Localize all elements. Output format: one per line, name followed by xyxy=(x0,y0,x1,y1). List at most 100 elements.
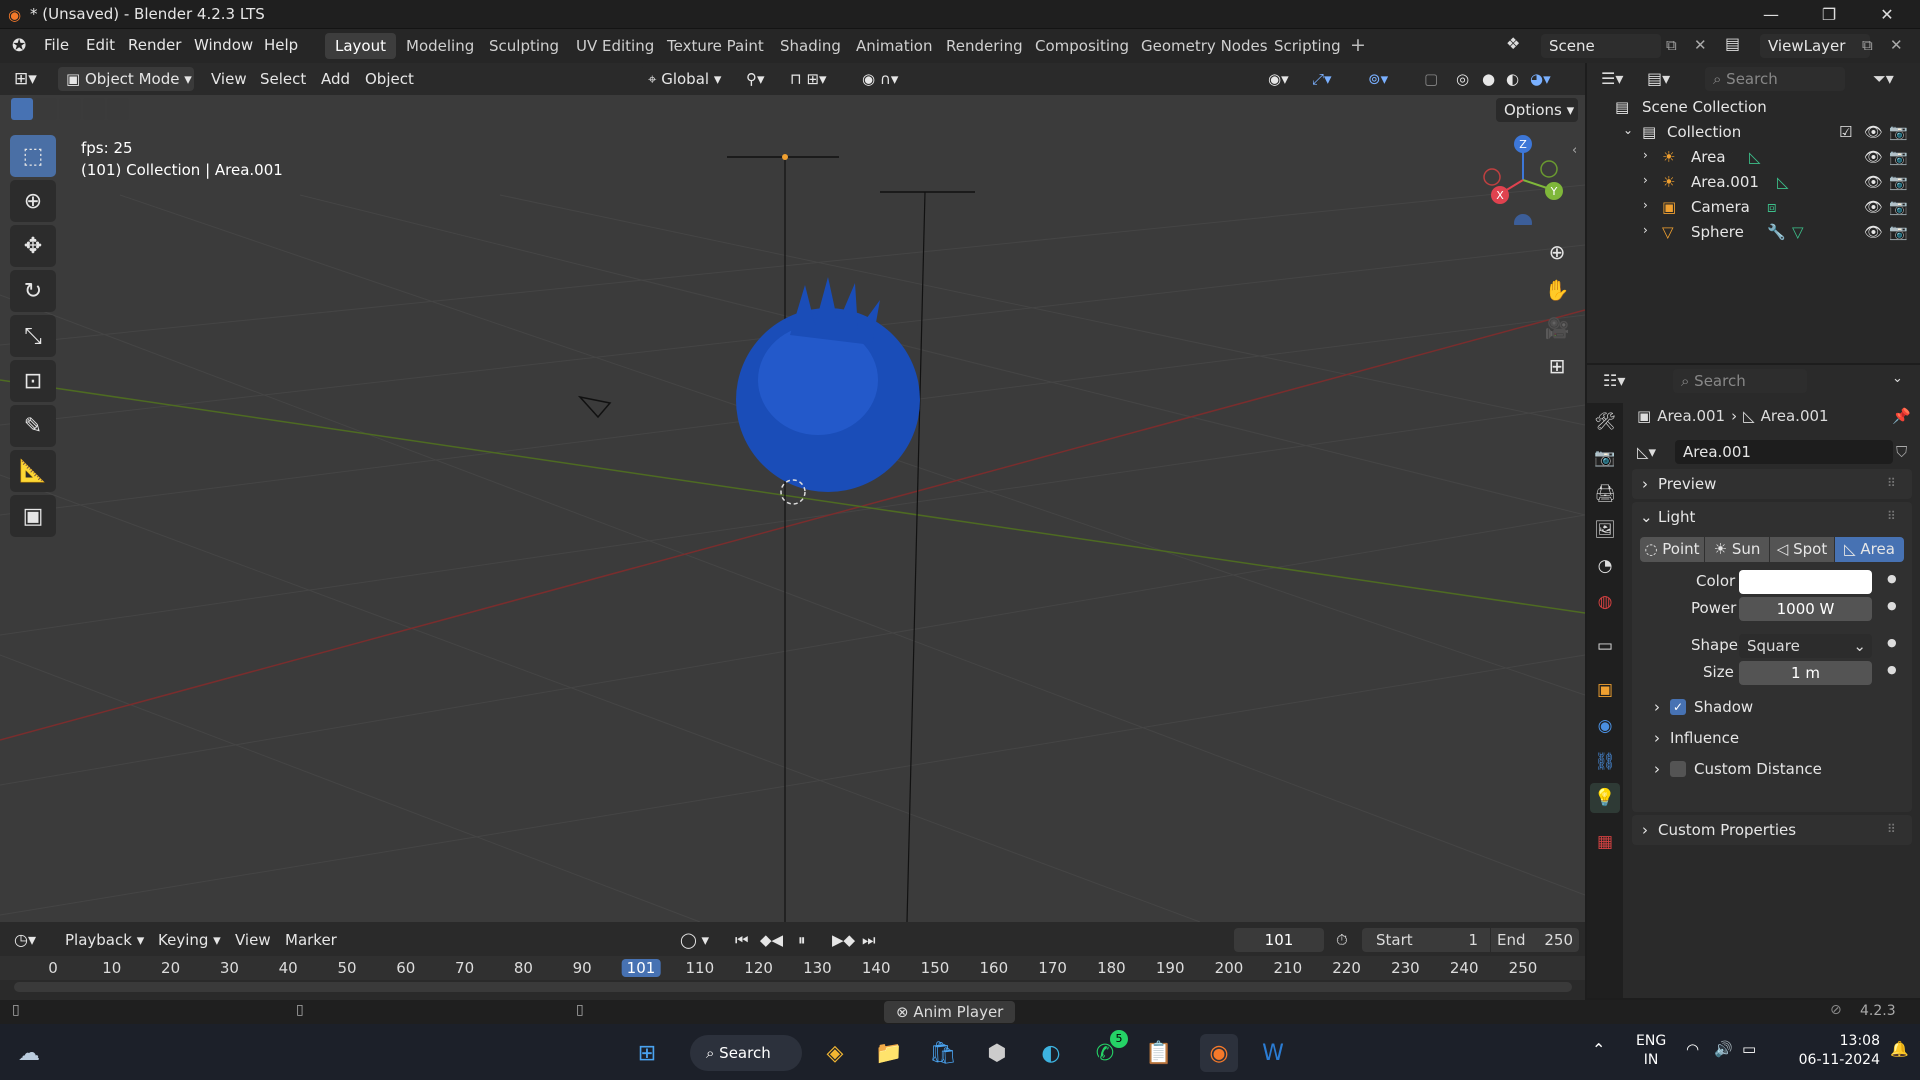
language-indicator[interactable]: ENG IN xyxy=(1636,1032,1666,1070)
physics-tab-icon[interactable]: ◉ xyxy=(1590,711,1620,741)
start-frame-field[interactable]: Start 1 xyxy=(1362,928,1490,952)
menu-window[interactable]: Window xyxy=(194,36,253,54)
marker-menu[interactable]: Marker xyxy=(285,928,337,952)
taskbar-search[interactable]: ⌕ Search xyxy=(690,1035,802,1071)
timeline-editor-icon[interactable]: ◷▾ xyxy=(14,928,36,952)
display-mode-icon[interactable]: ▤▾ xyxy=(1647,69,1670,88)
tab-geometry-nodes[interactable]: Geometry Nodes xyxy=(1131,33,1278,59)
blender-taskbar-icon[interactable]: ◉ xyxy=(1200,1034,1238,1072)
annotate-icon[interactable]: ✎ xyxy=(10,405,56,447)
jump-start-icon[interactable]: ⏮ xyxy=(735,928,749,952)
options-dropdown[interactable]: Options ▾ xyxy=(1496,98,1578,122)
tab-scripting[interactable]: Scripting xyxy=(1264,33,1351,59)
view-layer-tab-icon[interactable]: 🖼 xyxy=(1590,515,1620,545)
texture-tab-icon[interactable]: ▦ xyxy=(1590,827,1620,857)
light-type-point[interactable]: ◌ Point xyxy=(1640,537,1704,562)
outliner-item-area[interactable]: › ☀ Area ◺ 👁 📷 xyxy=(1587,145,1920,170)
eye-icon[interactable]: 👁 xyxy=(1864,148,1883,166)
breadcrumb-data[interactable]: Area.001 xyxy=(1761,407,1829,425)
render-camera-icon[interactable]: 📷 xyxy=(1889,148,1908,166)
proportional-edit-icon[interactable]: ◉ ∩▾ xyxy=(862,67,898,91)
measure-icon[interactable]: 📐 xyxy=(10,450,56,492)
custom-distance-subpanel[interactable]: › Custom Distance xyxy=(1654,757,1904,783)
scene-name-field[interactable]: Scene xyxy=(1541,34,1661,58)
jump-end-icon[interactable]: ⏭ xyxy=(862,928,876,952)
add-cube-icon[interactable]: ▣ xyxy=(10,495,56,537)
render-camera-icon[interactable]: 📷 xyxy=(1889,173,1908,191)
notepad-icon[interactable]: 📋 xyxy=(1140,1034,1178,1072)
current-frame-field[interactable]: 101 xyxy=(1234,928,1324,952)
rotate-icon[interactable]: ↻ xyxy=(10,270,56,312)
outliner-item-sphere[interactable]: › ▽ Sphere 🔧 ▽ 👁 📷 xyxy=(1587,220,1920,245)
keyframe-dot-icon[interactable]: ● xyxy=(1887,636,1897,649)
cancel-job-icon[interactable]: ⊗ xyxy=(896,1003,909,1021)
weather-icon[interactable]: ☁ xyxy=(10,1034,48,1072)
menu-render[interactable]: Render xyxy=(128,36,181,54)
editor-type-icon[interactable]: ⊞▾ xyxy=(14,67,37,91)
scale-icon[interactable]: ⤡ xyxy=(10,315,56,357)
light-data-icon[interactable]: ◺ xyxy=(1749,148,1761,166)
playback-menu[interactable]: Playback ▾ xyxy=(65,928,144,952)
new-viewlayer-icon[interactable]: ⧉ xyxy=(1862,36,1873,54)
datablock-type-icon[interactable]: ◺▾ xyxy=(1637,443,1656,461)
new-scene-icon[interactable]: ⧉ xyxy=(1666,36,1677,54)
tab-sculpting[interactable]: Sculpting xyxy=(479,33,569,59)
pin-icon[interactable]: 📌 xyxy=(1892,407,1911,425)
checkbox-icon[interactable]: ☑ xyxy=(1839,123,1852,141)
chevron-right-icon[interactable]: › xyxy=(1643,173,1648,187)
custom-distance-checkbox[interactable] xyxy=(1670,761,1686,777)
color-swatch[interactable] xyxy=(1739,570,1872,594)
shape-dropdown[interactable]: Square ⌄ xyxy=(1739,634,1872,658)
tab-uv-editing[interactable]: UV Editing xyxy=(566,33,664,59)
scene-tab-icon[interactable]: ◔ xyxy=(1590,551,1620,581)
material-shading-icon[interactable]: ◐ xyxy=(1506,67,1519,91)
area-001-light-object[interactable] xyxy=(880,191,975,922)
tab-compositing[interactable]: Compositing xyxy=(1025,33,1139,59)
close-button[interactable]: ✕ xyxy=(1858,0,1916,29)
collection-row[interactable]: ⌄ ▤ Collection ☑ 👁 📷 xyxy=(1587,120,1920,145)
keyframe-dot-icon[interactable]: ● xyxy=(1887,663,1897,676)
select-invert-icon[interactable] xyxy=(83,98,105,120)
menu-select[interactable]: Select xyxy=(260,67,306,91)
render-camera-icon[interactable]: 📷 xyxy=(1889,123,1908,141)
light-data-tab-icon[interactable]: 💡 xyxy=(1590,783,1620,813)
current-frame-indicator[interactable]: 101 xyxy=(621,959,661,977)
chevron-right-icon[interactable]: › xyxy=(1643,148,1648,162)
select-new-icon[interactable] xyxy=(11,98,33,120)
output-tab-icon[interactable]: 🖨 xyxy=(1590,479,1620,509)
breadcrumb-object[interactable]: Area.001 xyxy=(1657,407,1725,425)
store-icon[interactable]: 🛍 xyxy=(924,1034,962,1072)
fake-user-shield-icon[interactable]: ⛉ xyxy=(1896,443,1907,461)
scene-collection-row[interactable]: ▤ Scene Collection xyxy=(1587,95,1920,120)
tab-animation[interactable]: Animation xyxy=(846,33,942,59)
properties-editor-icon[interactable]: ☷▾ xyxy=(1603,371,1625,390)
chevron-right-icon[interactable]: › xyxy=(1643,223,1648,237)
orientation-dropdown[interactable]: ⌖ Global ▾ xyxy=(640,67,736,91)
collection-tab-icon[interactable]: ▭ xyxy=(1590,631,1620,661)
render-camera-icon[interactable]: 📷 xyxy=(1889,223,1908,241)
move-icon[interactable]: ✥ xyxy=(10,225,56,267)
viewlayer-selector-icon[interactable]: ▤ xyxy=(1725,34,1740,53)
navigation-gizmo[interactable]: Z Y X xyxy=(1475,125,1575,225)
scene-selector-icon[interactable]: ❖ xyxy=(1506,34,1520,53)
outliner-search-input[interactable]: ⌕ Search xyxy=(1705,67,1845,91)
eye-icon[interactable]: 👁 xyxy=(1864,198,1883,216)
chevron-down-icon[interactable]: ⌄ xyxy=(1640,508,1653,526)
chevron-right-icon[interactable]: › xyxy=(1643,198,1648,212)
chevron-up-icon[interactable]: ⌃ xyxy=(1592,1040,1605,1059)
3d-viewport[interactable]: fps: 25 (101) Collection | Area.001 Opti… xyxy=(0,95,1585,922)
pause-icon[interactable]: ⏸ xyxy=(798,928,806,952)
delete-viewlayer-icon[interactable]: ✕ xyxy=(1890,36,1903,54)
copilot-icon[interactable]: ◈ xyxy=(816,1034,854,1072)
edge-icon[interactable]: ◐ xyxy=(1032,1034,1070,1072)
battery-icon[interactable]: ▭ xyxy=(1742,1040,1756,1058)
tab-layout[interactable]: Layout xyxy=(325,33,396,59)
pan-hand-icon[interactable]: ✋ xyxy=(1540,273,1574,307)
select-subtract-icon[interactable] xyxy=(59,98,81,120)
timeline-scrollbar[interactable] xyxy=(14,982,1572,992)
outliner-item-area-001[interactable]: › ☀ Area.001 ◺ 👁 📷 xyxy=(1587,170,1920,195)
object-tab-icon[interactable]: ▣ xyxy=(1590,675,1620,705)
clock[interactable]: 13:08 06-11-2024 xyxy=(1798,1032,1880,1070)
outliner-item-camera[interactable]: › ▣ Camera ⧈ 👁 📷 xyxy=(1587,195,1920,220)
world-tab-icon[interactable]: ◍ xyxy=(1590,587,1620,617)
